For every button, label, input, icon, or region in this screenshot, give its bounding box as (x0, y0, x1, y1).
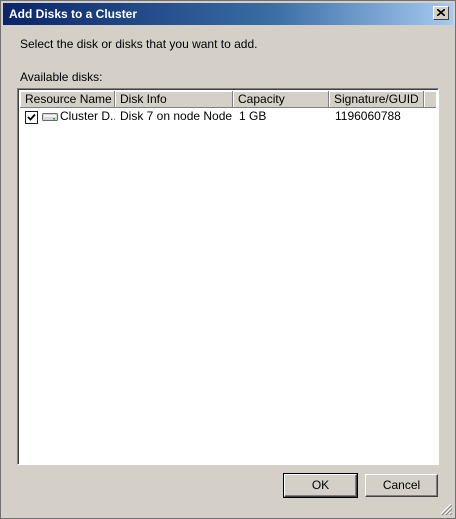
table-row[interactable]: Cluster D... Disk 7 on node Node1 1 GB 1… (20, 108, 436, 126)
cancel-button[interactable]: Cancel (365, 474, 438, 497)
close-icon (437, 9, 445, 16)
title-bar: Add Disks to a Cluster (3, 3, 453, 25)
disk-select-checkbox[interactable] (25, 111, 38, 124)
disk-info-cell: Disk 7 on node Node1 (120, 109, 232, 123)
ok-button[interactable]: OK (283, 473, 358, 498)
column-header-resource-name[interactable]: Resource Name (20, 91, 115, 108)
checkmark-icon (27, 113, 36, 121)
column-header-disk-info[interactable]: Disk Info (115, 91, 233, 108)
instruction-text: Select the disk or disks that you want t… (20, 37, 258, 51)
resource-name-cell: Cluster D... (60, 109, 115, 123)
signature-cell: 1196060788 (335, 109, 401, 123)
available-disks-label: Available disks: (20, 70, 103, 84)
resize-grip-icon[interactable] (440, 503, 452, 515)
column-header-signature[interactable]: Signature/GUID (329, 91, 424, 108)
list-header: Resource Name Disk Info Capacity Signatu… (20, 91, 436, 108)
capacity-cell: 1 GB (239, 109, 267, 123)
available-disks-list[interactable]: Resource Name Disk Info Capacity Signatu… (17, 88, 439, 465)
window-title: Add Disks to a Cluster (9, 7, 138, 21)
column-header-capacity[interactable]: Capacity (233, 91, 329, 108)
disk-icon (42, 113, 58, 121)
column-header-filler (424, 91, 436, 108)
add-disks-dialog: Add Disks to a Cluster Select the disk o… (0, 0, 456, 519)
close-button[interactable] (433, 6, 449, 20)
